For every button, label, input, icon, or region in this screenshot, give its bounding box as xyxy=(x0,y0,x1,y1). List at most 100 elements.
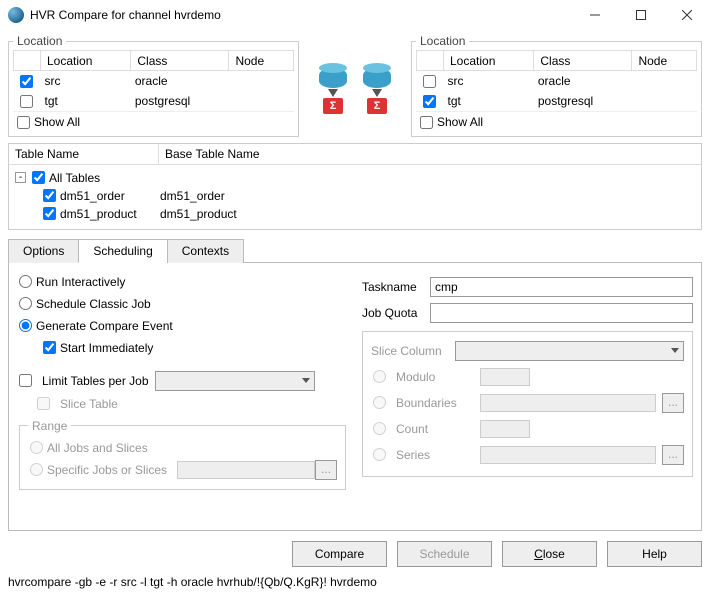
col-class[interactable]: Class xyxy=(534,51,632,71)
radio-boundaries xyxy=(373,396,386,409)
base-table-name: dm51_product xyxy=(160,207,237,221)
compare-button[interactable]: Compare xyxy=(292,541,387,567)
db-diagram: Σ Σ xyxy=(305,34,405,137)
cell-class: postgresql xyxy=(534,91,632,111)
table-name: dm51_order xyxy=(60,189,160,203)
chevron-down-icon xyxy=(302,378,310,383)
db-right-icon: Σ xyxy=(363,68,391,114)
job-quota-input[interactable] xyxy=(430,303,693,323)
command-line: hvrcompare -gb -e -r src -l tgt -h oracl… xyxy=(0,573,710,595)
radio-run-interactively[interactable] xyxy=(19,275,32,288)
tables-header-name[interactable]: Table Name xyxy=(9,144,159,164)
cell-location: tgt xyxy=(444,91,534,111)
label-all-jobs: All Jobs and Slices xyxy=(47,441,148,455)
radio-count xyxy=(373,422,386,435)
table-row[interactable]: src oracle xyxy=(417,71,697,91)
specific-jobs-input xyxy=(177,461,315,479)
tab-contexts[interactable]: Contexts xyxy=(167,239,244,263)
tree-root[interactable]: - All Tables xyxy=(15,169,695,187)
right-location-legend: Location xyxy=(416,34,469,48)
show-all-label: Show All xyxy=(437,115,483,129)
cell-location: src xyxy=(41,71,131,91)
label-generate-event: Generate Compare Event xyxy=(36,319,173,333)
label-specific-jobs: Specific Jobs or Slices xyxy=(47,463,177,477)
show-all-checkbox[interactable] xyxy=(420,116,433,129)
radio-series xyxy=(373,448,386,461)
label-schedule-classic: Schedule Classic Job xyxy=(36,297,151,311)
show-all-checkbox[interactable] xyxy=(17,116,30,129)
checkbox-start-immediately[interactable] xyxy=(43,341,56,354)
taskname-input[interactable] xyxy=(430,277,693,297)
loc-checkbox[interactable] xyxy=(20,75,33,88)
tree-item[interactable]: dm51_order dm51_order xyxy=(41,187,695,205)
radio-schedule-classic[interactable] xyxy=(19,297,32,310)
table-row[interactable]: tgt postgresql xyxy=(417,91,697,111)
range-legend: Range xyxy=(28,419,71,433)
label-modulo: Modulo xyxy=(396,370,474,384)
tree-item[interactable]: dm51_product dm51_product xyxy=(41,205,695,223)
loc-checkbox[interactable] xyxy=(20,95,33,108)
left-location-table: Location Class Node src oracle tgt postg… xyxy=(13,50,294,111)
app-icon xyxy=(8,7,24,23)
minimize-button[interactable] xyxy=(572,0,618,30)
checkbox-limit-tables[interactable] xyxy=(19,374,32,387)
tree-checkbox[interactable] xyxy=(43,207,56,220)
col-checkbox xyxy=(14,51,41,71)
tree-checkbox[interactable] xyxy=(32,171,45,184)
col-node[interactable]: Node xyxy=(229,51,294,71)
boundaries-browse: ... xyxy=(662,393,684,413)
col-class[interactable]: Class xyxy=(131,51,229,71)
cell-class: postgresql xyxy=(131,91,229,111)
table-row[interactable]: tgt postgresql xyxy=(14,91,294,111)
col-location[interactable]: Location xyxy=(444,51,534,71)
series-input xyxy=(480,446,656,464)
label-count: Count xyxy=(396,422,474,436)
window-title: HVR Compare for channel hvrdemo xyxy=(30,8,572,22)
tab-body-scheduling: Run Interactively Schedule Classic Job G… xyxy=(8,263,702,531)
specific-jobs-browse: ... xyxy=(315,460,337,480)
loc-checkbox[interactable] xyxy=(423,95,436,108)
col-location[interactable]: Location xyxy=(41,51,131,71)
col-node[interactable]: Node xyxy=(632,51,697,71)
cell-node xyxy=(229,71,294,91)
label-taskname: Taskname xyxy=(362,280,424,294)
tab-bar: Options Scheduling Contexts xyxy=(8,238,702,263)
limit-tables-combo[interactable] xyxy=(155,371,315,391)
label-boundaries: Boundaries xyxy=(396,396,474,410)
label-slice-table: Slice Table xyxy=(60,397,118,411)
radio-modulo xyxy=(373,370,386,383)
tree-checkbox[interactable] xyxy=(43,189,56,202)
table-row[interactable]: src oracle xyxy=(14,71,294,91)
table-name: dm51_product xyxy=(60,207,160,221)
radio-generate-event[interactable] xyxy=(19,319,32,332)
maximize-button[interactable] xyxy=(618,0,664,30)
label-run-interactively: Run Interactively xyxy=(36,275,125,289)
label-slice-column: Slice Column xyxy=(371,344,449,358)
range-group: Range All Jobs and Slices Specific Jobs … xyxy=(19,419,346,490)
cell-location: tgt xyxy=(41,91,131,111)
right-location-table: Location Class Node src oracle tgt postg… xyxy=(416,50,697,111)
db-left-icon: Σ xyxy=(319,68,347,114)
schedule-button: Schedule xyxy=(397,541,492,567)
tables-panel: Table Name Base Table Name - All Tables … xyxy=(8,143,702,230)
left-location-group: Location Location Class Node src oracle xyxy=(8,34,299,137)
label-start-immediately: Start Immediately xyxy=(60,341,153,355)
help-button[interactable]: Help xyxy=(607,541,702,567)
right-location-group: Location Location Class Node src oracle xyxy=(411,34,702,137)
close-button[interactable]: Close xyxy=(502,541,597,567)
chevron-down-icon xyxy=(671,348,679,353)
base-table-name: dm51_order xyxy=(160,189,225,203)
radio-all-jobs xyxy=(30,441,43,454)
cell-node xyxy=(632,71,697,91)
label-series: Series xyxy=(396,448,474,462)
tables-header-base[interactable]: Base Table Name xyxy=(159,144,266,164)
col-checkbox xyxy=(417,51,444,71)
collapse-icon[interactable]: - xyxy=(15,172,26,183)
button-bar: Compare Schedule Close Help xyxy=(0,531,710,573)
close-window-button[interactable] xyxy=(664,0,710,30)
tab-scheduling[interactable]: Scheduling xyxy=(78,239,167,263)
left-location-legend: Location xyxy=(13,34,66,48)
tab-options[interactable]: Options xyxy=(8,239,79,263)
loc-checkbox[interactable] xyxy=(423,75,436,88)
boundaries-input xyxy=(480,394,656,412)
